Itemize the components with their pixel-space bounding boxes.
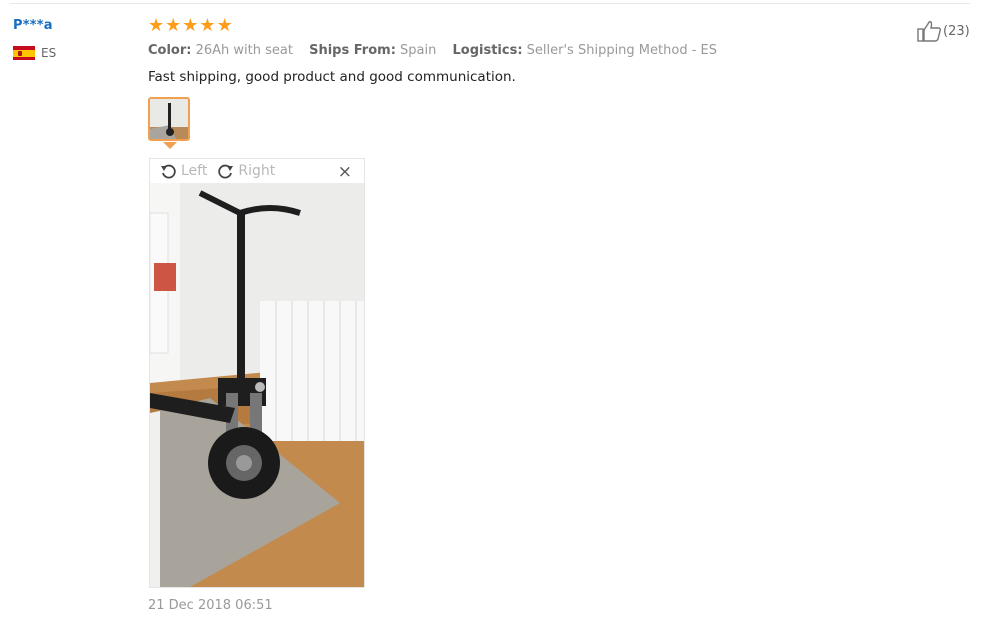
star-icon: ★ [165, 15, 182, 36]
rotate-left-label: Left [181, 163, 208, 179]
thumbs-up-icon [917, 21, 942, 42]
spain-flag-icon [13, 46, 35, 60]
helpful-count: (23) [943, 23, 970, 39]
close-viewer-button[interactable]: × [338, 162, 352, 182]
rotate-left-icon [161, 164, 176, 178]
order-info: Color: 26Ah with seat Ships From: Spain … [148, 43, 729, 58]
thumbnail-caret [163, 142, 177, 149]
review-text: Fast shipping, good product and good com… [148, 69, 516, 85]
rotate-right-icon [218, 164, 234, 178]
reviewer-name: P***a [13, 18, 53, 33]
rotate-left-button[interactable]: Left [160, 163, 207, 180]
star-icon: ★ [199, 15, 216, 36]
star-icon: ★ [148, 15, 165, 36]
top-divider [10, 3, 970, 4]
color-value: 26Ah with seat [195, 43, 293, 58]
rotate-right-button[interactable]: Right [217, 163, 275, 180]
review-photo-thumbnail[interactable] [148, 97, 190, 141]
photo-viewer: Left Right × [149, 158, 365, 588]
ships-from-label: Ships From: [309, 43, 396, 58]
helpful-button[interactable]: (23) [917, 20, 970, 42]
color-label: Color: [148, 43, 192, 58]
review-date: 21 Dec 2018 06:51 [148, 598, 273, 613]
star-icon: ★ [216, 15, 233, 36]
review-photo [150, 183, 364, 587]
star-rating: ★ ★ ★ ★ ★ [148, 17, 233, 35]
country-code: ES [41, 46, 57, 60]
ships-from-value: Spain [400, 43, 437, 58]
logistics-value: Seller's Shipping Method - ES [526, 43, 717, 58]
viewer-toolbar: Left Right × [150, 159, 364, 183]
rotate-right-label: Right [238, 163, 276, 179]
star-icon: ★ [182, 15, 199, 36]
reviewer-country: ES [13, 46, 56, 60]
logistics-label: Logistics: [452, 43, 523, 58]
